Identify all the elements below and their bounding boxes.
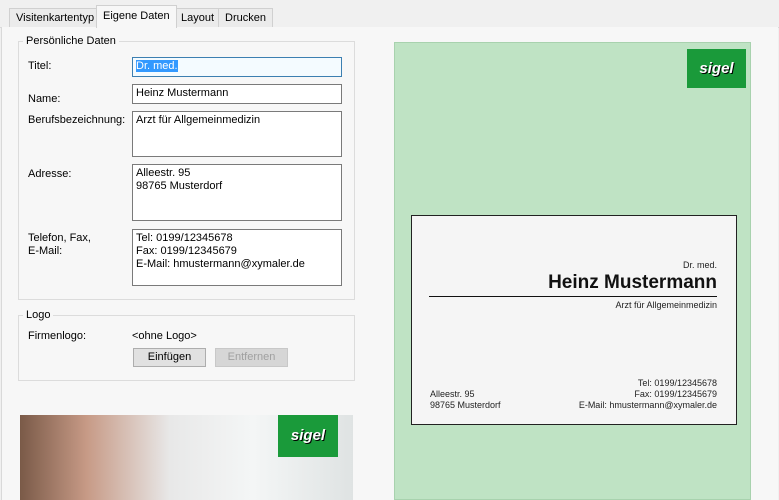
card-tel: Tel: 0199/12345678 bbox=[637, 378, 717, 388]
logo-group: Logo bbox=[18, 309, 355, 381]
sigel-logo-preview: sigel bbox=[687, 49, 746, 88]
contact-input[interactable]: Tel: 0199/12345678 Fax: 0199/12345679 E-… bbox=[132, 229, 342, 286]
name-label: Name: bbox=[28, 93, 61, 105]
remove-button: Entfernen bbox=[215, 348, 288, 367]
business-card: Dr. med. Heinz Mustermann Arzt für Allge… bbox=[411, 215, 737, 425]
address-label: Adresse: bbox=[28, 168, 72, 180]
name-input[interactable]: Heinz Mustermann bbox=[132, 84, 342, 104]
promo-image: sigel bbox=[20, 415, 353, 500]
job-input[interactable]: Arzt für Allgemeinmedizin bbox=[132, 111, 342, 157]
card-street: Alleestr. 95 bbox=[430, 389, 475, 399]
company-logo-value: <ohne Logo> bbox=[132, 330, 197, 342]
address-input[interactable]: Alleestr. 95 98765 Musterdorf bbox=[132, 164, 342, 221]
job-label: Berufsbezeichnung: bbox=[28, 114, 126, 126]
contact-label: Telefon, Fax, E-Mail: bbox=[28, 232, 91, 257]
sigel-logo: sigel bbox=[278, 415, 338, 457]
card-fax: Fax: 0199/12345679 bbox=[634, 389, 717, 399]
tab-visitenkartentyp[interactable]: Visitenkartentyp bbox=[9, 8, 102, 27]
card-title: Dr. med. bbox=[682, 260, 717, 270]
title-input[interactable]: Dr. med. bbox=[132, 57, 342, 77]
card-divider bbox=[429, 296, 717, 297]
title-label: Titel: bbox=[28, 60, 52, 72]
card-email: E-Mail: hmustermann@xymaler.de bbox=[578, 400, 717, 410]
card-city: 98765 Musterdorf bbox=[430, 400, 501, 410]
company-logo-label: Firmenlogo: bbox=[28, 330, 87, 342]
card-job: Arzt für Allgemeinmedizin bbox=[615, 300, 717, 310]
title-value: Dr. med. bbox=[136, 60, 178, 72]
insert-button[interactable]: Einfügen bbox=[133, 348, 206, 367]
card-name: Heinz Mustermann bbox=[548, 272, 717, 293]
tab-drucken[interactable]: Drucken bbox=[218, 8, 273, 27]
logo-legend: Logo bbox=[26, 309, 51, 321]
personal-data-legend: Persönliche Daten bbox=[26, 35, 116, 47]
tab-layout[interactable]: Layout bbox=[174, 8, 222, 27]
tab-eigene-daten[interactable]: Eigene Daten bbox=[96, 5, 177, 28]
